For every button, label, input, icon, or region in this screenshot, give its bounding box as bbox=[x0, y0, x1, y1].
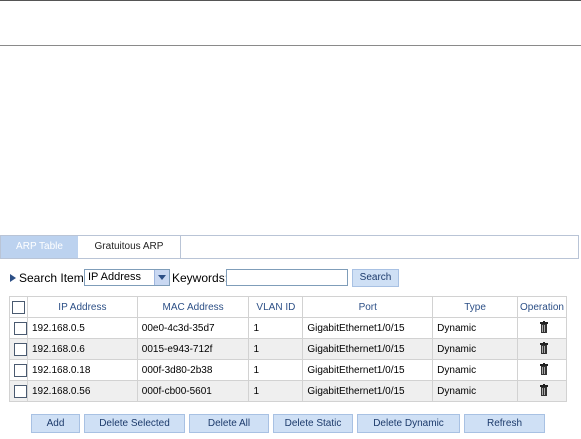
keywords-label: Keywords: bbox=[172, 271, 229, 285]
search-row: Search Item: IP Address Keywords: Search bbox=[0, 268, 581, 288]
col-ip-address: IP Address bbox=[27, 296, 138, 318]
table-row: 192.168.0.56 000f-cb00-5601 1 GigabitEth… bbox=[9, 380, 568, 402]
cell-port: GigabitEthernet1/0/15 bbox=[302, 380, 434, 402]
cell-mac: 00e0-4c3d-35d7 bbox=[136, 317, 250, 339]
search-item-value: IP Address bbox=[88, 271, 141, 283]
search-item-label: Search Item: bbox=[19, 271, 88, 285]
cell-type: Dynamic bbox=[432, 359, 518, 381]
cell-type: Dynamic bbox=[432, 317, 518, 339]
section-divider bbox=[0, 45, 581, 46]
col-type: Type bbox=[432, 296, 518, 318]
cell-port: GigabitEthernet1/0/15 bbox=[302, 317, 434, 339]
cell-mac: 000f-cb00-5601 bbox=[136, 380, 250, 402]
chevron-down-icon[interactable] bbox=[154, 270, 169, 285]
select-all-checkbox[interactable] bbox=[12, 300, 25, 314]
tab-arp-table[interactable]: ARP Table bbox=[1, 236, 78, 258]
table-row: 192.168.0.5 00e0-4c3d-35d7 1 GigabitEthe… bbox=[9, 317, 568, 339]
cell-mac: 0015-e943-712f bbox=[136, 338, 250, 360]
cell-ip: 192.168.0.5 bbox=[27, 317, 138, 339]
tab-gratuitous-arp[interactable]: Gratuitous ARP bbox=[78, 236, 181, 258]
cell-vlan: 1 bbox=[248, 317, 304, 339]
tab-bar: ARP Table Gratuitous ARP bbox=[0, 235, 579, 259]
arp-table: IP Address MAC Address VLAN ID Port Type… bbox=[9, 296, 568, 402]
search-item-select[interactable]: IP Address bbox=[84, 269, 170, 286]
row-checkbox[interactable] bbox=[14, 342, 27, 356]
row-checkbox[interactable] bbox=[14, 321, 27, 335]
trash-icon[interactable] bbox=[539, 341, 548, 357]
trash-icon[interactable] bbox=[539, 362, 548, 378]
table-header-row: IP Address MAC Address VLAN ID Port Type… bbox=[9, 296, 568, 318]
col-vlan-id: VLAN ID bbox=[248, 296, 304, 318]
cell-ip: 192.168.0.18 bbox=[27, 359, 138, 381]
search-button[interactable]: Search bbox=[352, 269, 399, 287]
delete-static-button[interactable]: Delete Static bbox=[273, 414, 353, 433]
trash-icon[interactable] bbox=[539, 320, 548, 336]
row-checkbox[interactable] bbox=[14, 363, 27, 377]
select-all-cell bbox=[9, 296, 28, 318]
delete-selected-button[interactable]: Delete Selected bbox=[84, 414, 185, 433]
cell-type: Dynamic bbox=[432, 338, 518, 360]
add-button[interactable]: Add bbox=[31, 414, 80, 433]
col-port: Port bbox=[302, 296, 434, 318]
delete-dynamic-button[interactable]: Delete Dynamic bbox=[357, 414, 460, 433]
cell-port: GigabitEthernet1/0/15 bbox=[302, 359, 434, 381]
delete-all-button[interactable]: Delete All bbox=[189, 414, 269, 433]
cell-vlan: 1 bbox=[248, 359, 304, 381]
cell-vlan: 1 bbox=[248, 338, 304, 360]
col-operation: Operation bbox=[516, 296, 568, 318]
row-checkbox[interactable] bbox=[14, 384, 27, 398]
keywords-input[interactable] bbox=[226, 269, 348, 286]
table-row: 192.168.0.18 000f-3d80-2b38 1 GigabitEth… bbox=[9, 359, 568, 381]
cell-vlan: 1 bbox=[248, 380, 304, 402]
trash-icon[interactable] bbox=[539, 383, 548, 399]
cell-ip: 192.168.0.6 bbox=[27, 338, 138, 360]
cell-mac: 000f-3d80-2b38 bbox=[136, 359, 250, 381]
cell-port: GigabitEthernet1/0/15 bbox=[302, 338, 434, 360]
cell-type: Dynamic bbox=[432, 380, 518, 402]
refresh-button[interactable]: Refresh bbox=[464, 414, 545, 433]
triangle-right-icon bbox=[10, 274, 16, 282]
col-mac-address: MAC Address bbox=[136, 296, 250, 318]
top-divider bbox=[0, 0, 581, 1]
cell-ip: 192.168.0.56 bbox=[27, 380, 138, 402]
table-row: 192.168.0.6 0015-e943-712f 1 GigabitEthe… bbox=[9, 338, 568, 360]
